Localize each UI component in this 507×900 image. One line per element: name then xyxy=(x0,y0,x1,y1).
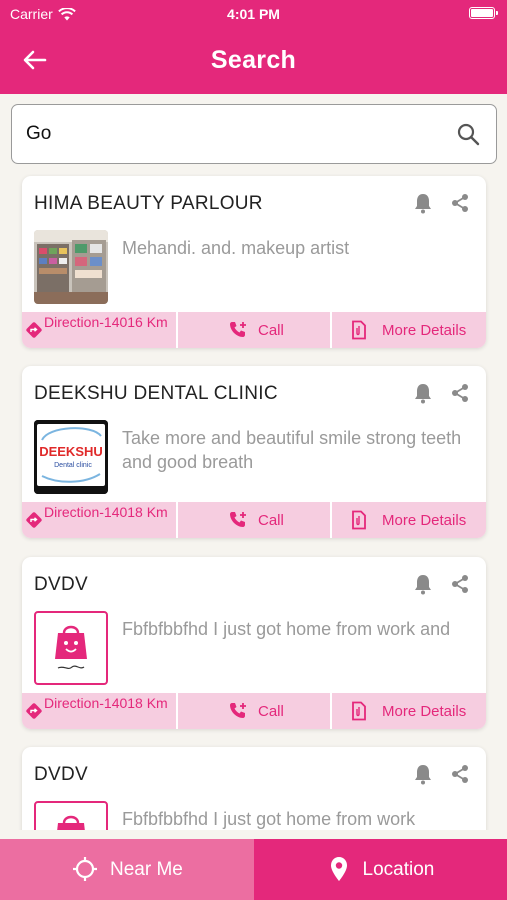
direction-button[interactable]: Direction-14018 Km xyxy=(22,693,176,729)
more-details-label: More Details xyxy=(382,703,467,720)
location-label: Location xyxy=(362,859,435,880)
result-card[interactable]: DEEKSHU DENTAL CLINIC DEEKSHU Dental cli… xyxy=(22,366,486,538)
result-card[interactable]: HIMA BEAUTY PARLOUR Mehandi. and. makeup… xyxy=(22,176,486,348)
card-title: DEEKSHU DENTAL CLINIC xyxy=(34,383,278,404)
card-title: DVDV xyxy=(34,764,88,785)
more-details-button[interactable]: More Details xyxy=(330,312,486,348)
more-details-label: More Details xyxy=(382,512,467,529)
page-title: Search xyxy=(210,46,297,74)
shop-photo xyxy=(34,230,108,304)
share-icon[interactable] xyxy=(449,192,471,214)
document-icon xyxy=(352,510,366,530)
search-icon[interactable] xyxy=(456,122,480,146)
card-title: HIMA BEAUTY PARLOUR xyxy=(34,193,263,214)
share-icon[interactable] xyxy=(449,573,471,595)
direction-label: Direction-14016 Km xyxy=(44,314,168,330)
call-label: Call xyxy=(258,512,284,529)
more-details-button[interactable]: More Details xyxy=(330,693,486,729)
location-pin-icon xyxy=(330,857,347,881)
location-tab[interactable]: Location xyxy=(253,839,507,900)
share-icon[interactable] xyxy=(449,763,471,785)
search-input[interactable] xyxy=(26,105,426,163)
dental-logo: DEEKSHU Dental clinic xyxy=(34,420,108,494)
card-description: Fbfbfbbfhd I just got home from work and xyxy=(122,619,451,639)
header: Carrier 4:01 PM Search xyxy=(0,0,507,94)
crosshair-icon xyxy=(73,857,97,881)
more-details-label: More Details xyxy=(382,322,467,339)
call-button[interactable]: Call xyxy=(176,693,330,729)
more-details-button[interactable]: More Details xyxy=(330,502,486,538)
result-card[interactable]: DVDV Fbfbfbbfhd I just got home from wor… xyxy=(22,557,486,729)
clock: 4:01 PM xyxy=(227,6,280,22)
battery-icon xyxy=(469,7,498,19)
card-description: Fbfbfbbfhd I just got home from work xyxy=(122,809,416,829)
phone-add-icon xyxy=(230,322,246,337)
call-button[interactable]: Call xyxy=(176,312,330,348)
bag-logo xyxy=(34,611,108,685)
phone-add-icon xyxy=(230,703,246,718)
card-actions: Direction-14018 Km Call More Details xyxy=(22,693,486,729)
call-label: Call xyxy=(258,322,284,339)
call-label: Call xyxy=(258,703,284,720)
directions-icon xyxy=(26,322,42,338)
card-actions: Direction-14018 Km Call More Details xyxy=(22,502,486,538)
bell-icon[interactable] xyxy=(412,192,434,214)
direction-label: Direction-14018 Km xyxy=(44,504,168,520)
status-bar: Carrier 4:01 PM xyxy=(0,0,507,28)
logo-subtext: Dental clinic xyxy=(54,462,92,469)
document-icon xyxy=(352,701,366,721)
document-icon xyxy=(352,320,366,340)
near-me-tab[interactable]: Near Me xyxy=(0,839,254,900)
nav-bar: Search xyxy=(0,36,507,84)
bell-icon[interactable] xyxy=(412,573,434,595)
bag-logo xyxy=(34,801,108,830)
bell-icon[interactable] xyxy=(412,382,434,404)
bell-icon[interactable] xyxy=(412,763,434,785)
bottom-tab-bar: Near Me Location xyxy=(0,839,507,900)
phone-add-icon xyxy=(230,512,246,527)
direction-label: Direction-14018 Km xyxy=(44,695,168,711)
logo-text: DEEKSHU xyxy=(39,444,103,459)
search-box[interactable] xyxy=(11,104,497,164)
card-description: Mehandi. and. makeup artist xyxy=(122,238,350,258)
card-title: DVDV xyxy=(34,574,88,595)
near-me-label: Near Me xyxy=(110,859,183,880)
share-icon[interactable] xyxy=(449,382,471,404)
call-button[interactable]: Call xyxy=(176,502,330,538)
direction-button[interactable]: Direction-14016 Km xyxy=(22,312,176,348)
result-card[interactable]: DVDV Fbfbfbbfhd I just got home from wor… xyxy=(22,747,486,830)
direction-button[interactable]: Direction-14018 Km xyxy=(22,502,176,538)
card-actions: Direction-14016 Km Call More Details xyxy=(22,312,486,348)
directions-icon xyxy=(26,512,42,528)
results-list[interactable]: HIMA BEAUTY PARLOUR Mehandi. and. makeup… xyxy=(0,174,507,830)
card-description: Take more and beautiful smile strong tee… xyxy=(122,428,462,472)
directions-icon xyxy=(26,703,42,719)
